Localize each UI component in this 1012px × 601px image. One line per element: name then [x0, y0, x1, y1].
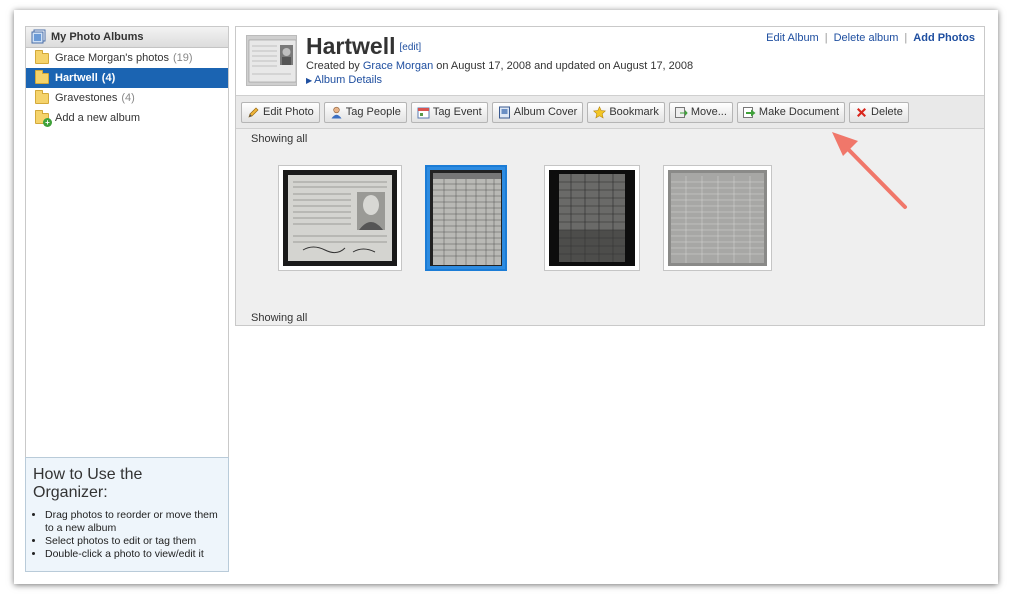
organizer-window: My Photo Albums Grace Morgan's photos (1… — [14, 10, 998, 584]
add-album-label: Add a new album — [55, 112, 140, 124]
album-label: Grace Morgan's photos — [55, 52, 169, 64]
author-link[interactable]: Grace Morgan — [363, 60, 433, 72]
make-document-icon — [742, 106, 756, 119]
album-title: Hartwell [edit] — [306, 33, 421, 60]
add-album-link[interactable]: + Add a new album — [26, 108, 228, 128]
album-panel: Hartwell [edit] Created by Grace Morgan o… — [235, 26, 985, 326]
photo-thumbnail-1[interactable] — [278, 165, 402, 271]
photo-thumbnail-3[interactable] — [544, 165, 640, 271]
add-photos-link[interactable]: Add Photos — [913, 32, 975, 44]
folder-icon — [35, 89, 49, 104]
album-details-label: Album Details — [314, 74, 383, 86]
edit-title-link[interactable]: [edit] — [399, 42, 421, 53]
album-meta: Created by Grace Morgan on August 17, 20… — [306, 60, 693, 72]
tag-event-button[interactable]: Tag Event — [410, 101, 488, 123]
edit-album-link[interactable]: Edit Album — [766, 32, 819, 44]
edit-photo-button[interactable]: Edit Photo — [241, 101, 320, 123]
album-sidebar: My Photo Albums Grace Morgan's photos (1… — [25, 26, 229, 461]
photo-image — [283, 170, 397, 266]
album-cover-icon — [498, 106, 511, 119]
tag-people-button[interactable]: Tag People — [323, 101, 407, 123]
photo-image — [668, 170, 767, 266]
separator: | — [904, 32, 908, 44]
created-suffix: on August 17, 2008 and updated on August… — [436, 60, 694, 72]
make-document-label: Make Document — [758, 106, 840, 118]
album-header: Hartwell [edit] Created by Grace Morgan o… — [236, 27, 984, 95]
add-folder-icon: + — [35, 109, 52, 127]
delete-button[interactable]: Delete — [849, 101, 909, 123]
make-document-button[interactable]: Make Document — [736, 101, 846, 123]
bookmark-button[interactable]: Bookmark — [587, 101, 665, 123]
help-item: Select photos to edit or tag them — [45, 535, 221, 548]
photo-albums-icon — [31, 29, 47, 45]
delete-album-link[interactable]: Delete album — [834, 32, 899, 44]
album-details-link[interactable]: ▶ Album Details — [306, 74, 382, 86]
album-item-hartwell[interactable]: Hartwell (4) — [26, 68, 228, 88]
album-actions: Edit Album | Delete album | Add Photos — [766, 32, 975, 44]
photo-toolbar: Edit Photo Tag People Tag Event Album Co… — [236, 95, 984, 129]
album-label: Gravestones — [55, 92, 118, 104]
red-x-icon — [855, 106, 868, 119]
expand-triangle-icon: ▶ — [306, 76, 313, 85]
star-icon — [593, 105, 607, 119]
bookmark-label: Bookmark — [609, 106, 659, 118]
album-count: (19) — [173, 52, 193, 64]
move-label: Move... — [690, 106, 727, 118]
album-cover-button[interactable]: Album Cover — [491, 101, 584, 123]
tag-event-label: Tag Event — [432, 106, 482, 118]
album-cover-thumbnail — [246, 35, 297, 86]
album-item-grace-morgans-photos[interactable]: Grace Morgan's photos (19) — [26, 48, 228, 68]
help-title: How to Use the Organizer: — [33, 466, 143, 501]
photo-grid: Showing all Showing all — [236, 129, 984, 325]
photo-thumbnail-2[interactable] — [425, 165, 507, 271]
folder-icon — [35, 69, 49, 84]
calendar-icon — [417, 106, 430, 119]
created-prefix: Created by — [306, 60, 360, 72]
album-title-text: Hartwell — [306, 33, 396, 59]
album-count: (4) — [101, 72, 116, 84]
album-count: (4) — [121, 92, 135, 104]
help-box: How to Use the Organizer: Drag photos to… — [25, 457, 229, 572]
folder-icon — [35, 49, 49, 64]
edit-photo-label: Edit Photo — [263, 106, 314, 118]
album-label: Hartwell — [55, 72, 98, 84]
showing-all-top: Showing all — [251, 133, 308, 145]
separator: | — [824, 32, 828, 44]
move-button[interactable]: Move... — [668, 101, 733, 123]
move-icon — [674, 106, 688, 119]
album-cover-label: Album Cover — [513, 106, 578, 118]
photo-image — [430, 170, 502, 266]
pencil-icon — [247, 106, 260, 119]
help-item: Double-click a photo to view/edit it — [45, 548, 221, 561]
tag-people-label: Tag People — [345, 106, 401, 118]
help-list: Drag photos to reorder or move them to a… — [33, 509, 221, 561]
photo-image — [549, 170, 635, 266]
help-item: Drag photos to reorder or move them to a… — [45, 509, 221, 535]
sidebar-title: My Photo Albums — [51, 31, 144, 43]
person-icon — [330, 106, 343, 119]
showing-all-bottom: Showing all — [251, 312, 308, 324]
delete-label: Delete — [871, 106, 903, 118]
album-item-gravestones[interactable]: Gravestones (4) — [26, 88, 228, 108]
photo-thumbnail-4[interactable] — [663, 165, 772, 271]
sidebar-header: My Photo Albums — [26, 27, 228, 48]
